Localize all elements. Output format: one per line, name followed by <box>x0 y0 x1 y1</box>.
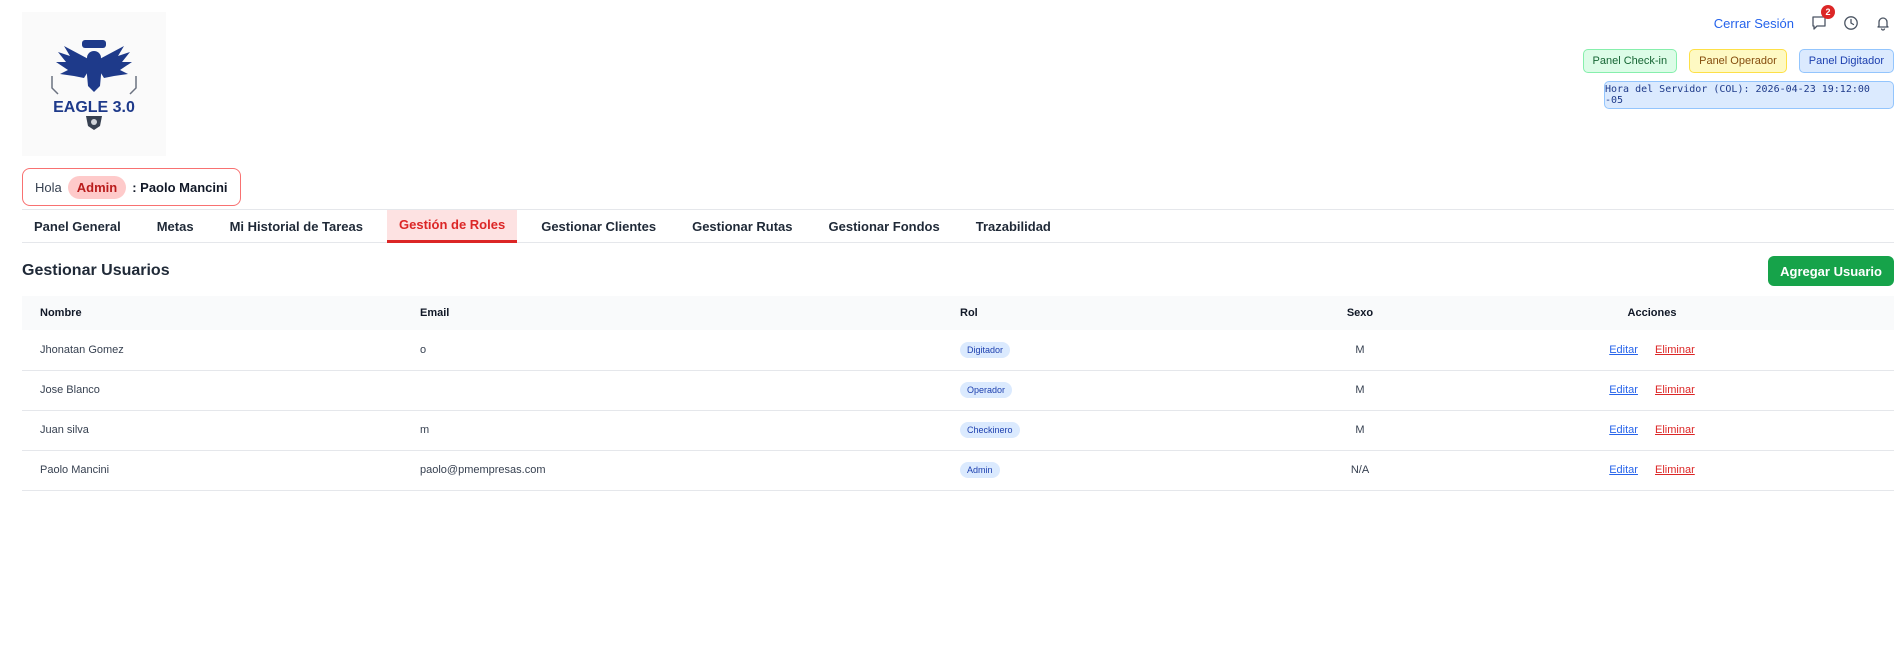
table-row: Jose Blanco Operador M Editar Eliminar <box>22 370 1894 410</box>
header-rol: Rol <box>960 307 978 319</box>
cell-nombre: Jose Blanco <box>40 384 100 396</box>
tab-panel-general[interactable]: Panel General <box>22 210 133 243</box>
role-badge: Operador <box>960 382 1013 398</box>
notifications-button[interactable] <box>1872 12 1894 34</box>
tab-gestionar-fondos[interactable]: Gestionar Fondos <box>817 210 952 243</box>
table-row: Jhonatan Gomez o Digitador M Editar Elim… <box>22 330 1894 370</box>
section-title: Gestionar Usuarios <box>22 262 170 279</box>
messages-badge: 2 <box>1821 5 1835 19</box>
tab-trazabilidad[interactable]: Trazabilidad <box>964 210 1063 243</box>
tab-gestion-roles[interactable]: Gestión de Roles <box>387 209 518 243</box>
cell-email: paolo@pmempresas.com <box>420 464 546 476</box>
edit-link[interactable]: Editar <box>1609 344 1638 356</box>
tab-historial-tareas[interactable]: Mi Historial de Tareas <box>218 210 375 243</box>
tab-gestionar-clientes[interactable]: Gestionar Clientes <box>529 210 668 243</box>
role-badge: Checkinero <box>960 422 1020 438</box>
delete-link[interactable]: Eliminar <box>1655 464 1695 476</box>
cell-sexo: N/A <box>1350 464 1370 476</box>
add-user-button[interactable]: Agregar Usuario <box>1768 256 1894 286</box>
table-row: Paolo Mancini paolo@pmempresas.com Admin… <box>22 450 1894 490</box>
logo-text: EAGLE 3.0 <box>53 99 135 116</box>
cell-sexo: M <box>1355 343 1365 356</box>
app-logo: EAGLE 3.0 <box>22 12 166 156</box>
table-row: Juan silva m Checkinero M Editar Elimina… <box>22 410 1894 450</box>
users-table: Nombre Email Rol Sexo Acciones Jhonatan … <box>22 296 1894 491</box>
edit-link[interactable]: Editar <box>1609 464 1638 476</box>
messages-button[interactable]: 2 <box>1808 5 1835 34</box>
cell-email: m <box>420 424 430 436</box>
header-email: Email <box>420 307 450 319</box>
cell-nombre: Jhonatan Gomez <box>40 343 124 356</box>
cell-nombre: Juan silva <box>40 424 89 436</box>
delete-link[interactable]: Eliminar <box>1655 384 1695 396</box>
panel-operador-button[interactable]: Panel Operador <box>1689 49 1787 73</box>
header-sexo: Sexo <box>1346 307 1374 319</box>
header-actions: Cerrar Sesión 2 Panel Check-in Panel Ope… <box>1582 5 1894 109</box>
eagle-logo-icon: EAGLE 3.0 <box>51 40 137 130</box>
cell-email <box>420 370 960 410</box>
server-time: Hora del Servidor (COL): 2026-04-23 19:1… <box>1604 81 1894 109</box>
history-button[interactable] <box>1840 12 1862 34</box>
clock-icon <box>1844 16 1858 30</box>
edit-link[interactable]: Editar <box>1609 384 1638 396</box>
edit-link[interactable]: Editar <box>1609 424 1638 436</box>
greeting-hola: Hola <box>35 179 62 195</box>
role-badge: Admin <box>960 462 1000 478</box>
cell-sexo: M <box>1355 424 1365 436</box>
greeting-username: : Paolo Mancini <box>132 179 228 195</box>
panel-checkin-button[interactable]: Panel Check-in <box>1582 49 1678 73</box>
role-badge: Digitador <box>960 341 1011 358</box>
main-tabs: Panel General Metas Mi Historial de Tare… <box>22 209 1894 243</box>
panel-digitador-button[interactable]: Panel Digitador <box>1798 49 1894 73</box>
header-acciones: Acciones <box>1627 307 1677 319</box>
cell-nombre: Paolo Mancini <box>40 464 110 476</box>
greeting-role-badge: Admin <box>67 175 127 199</box>
table-header-row: Nombre Email Rol Sexo Acciones <box>22 296 1894 330</box>
user-greeting: Hola Admin : Paolo Mancini <box>22 168 241 206</box>
bell-icon <box>1877 17 1889 31</box>
tab-gestionar-rutas[interactable]: Gestionar Rutas <box>680 210 804 243</box>
cell-sexo: M <box>1355 384 1365 396</box>
cell-email: o <box>420 343 427 356</box>
delete-link[interactable]: Eliminar <box>1655 424 1695 436</box>
tab-metas[interactable]: Metas <box>145 210 206 243</box>
delete-link[interactable]: Eliminar <box>1655 344 1695 356</box>
logout-link[interactable]: Cerrar Sesión <box>1714 16 1794 31</box>
header-nombre: Nombre <box>40 307 82 319</box>
